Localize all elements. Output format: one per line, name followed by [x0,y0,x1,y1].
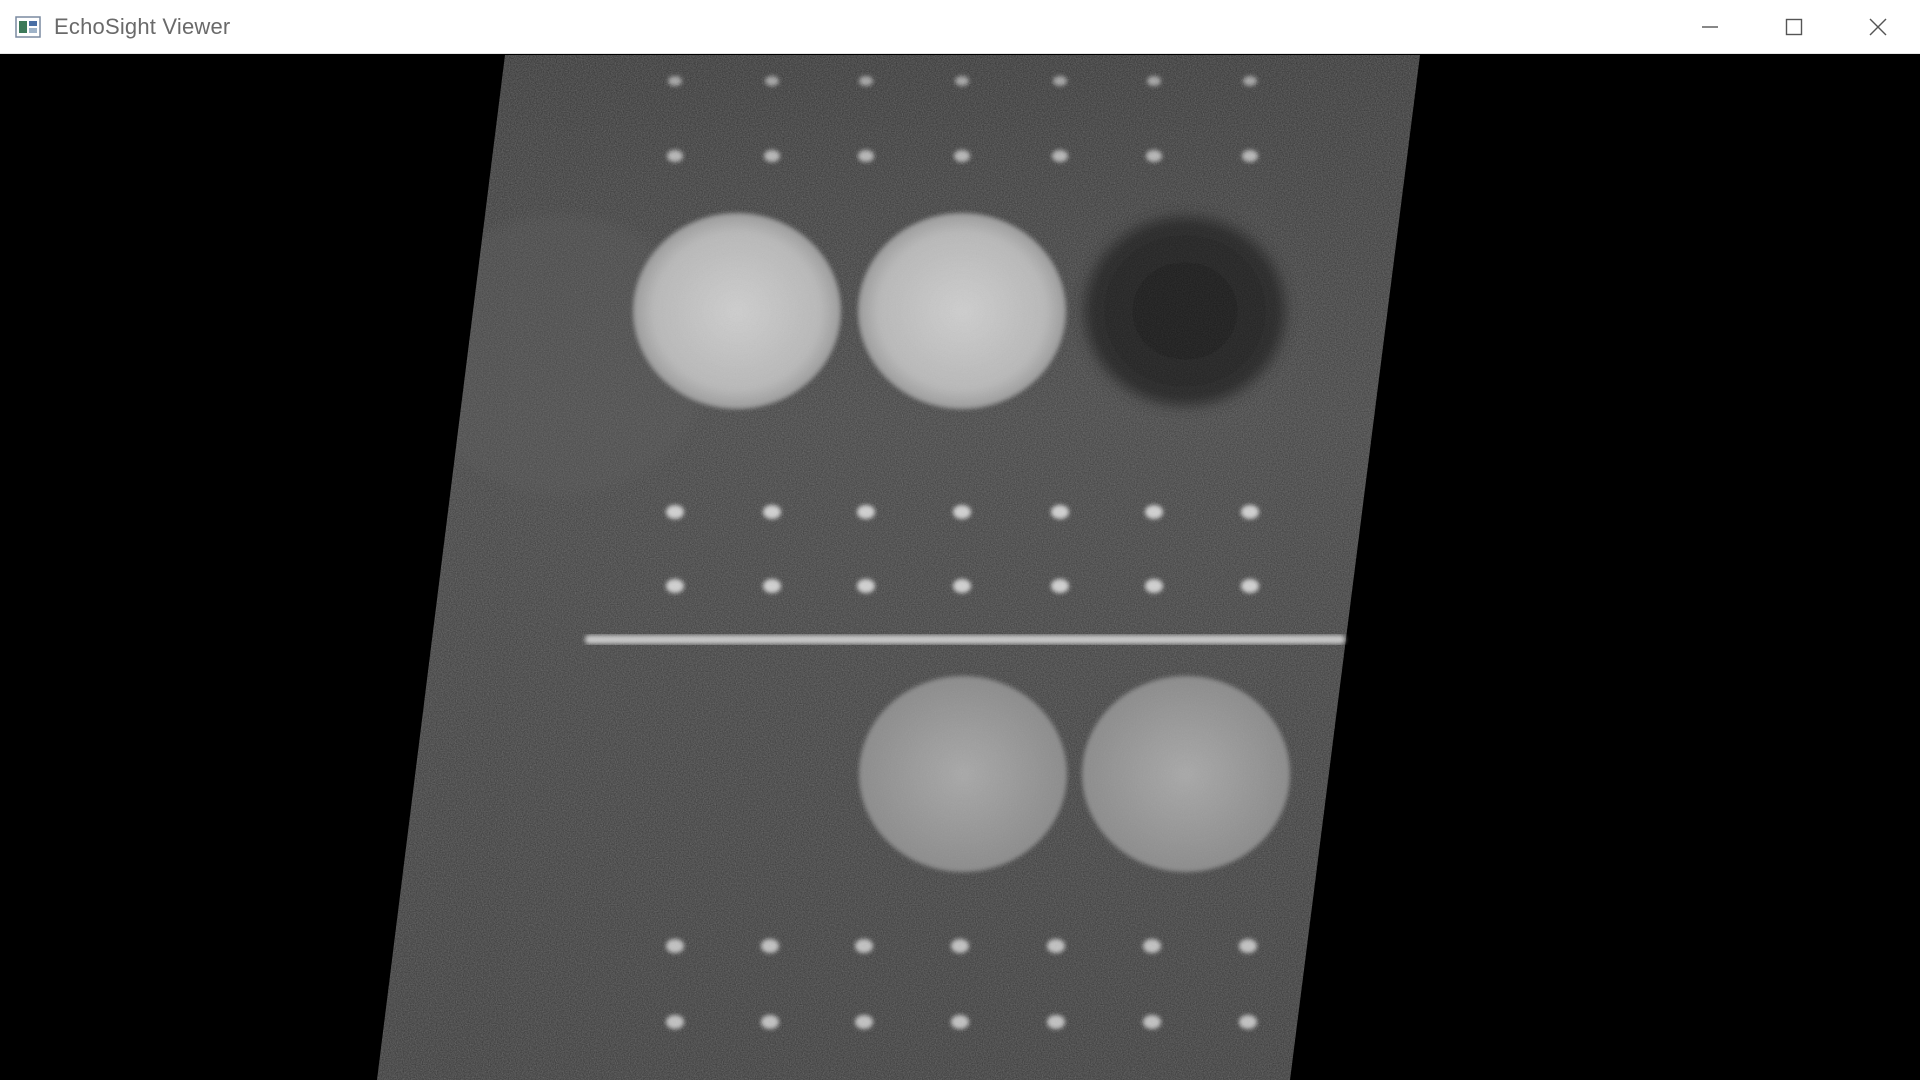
image-viewport[interactable] [0,55,1920,1080]
maximize-button[interactable] [1752,0,1836,54]
close-icon [1869,18,1887,36]
minimize-icon [1702,26,1718,28]
minimize-button[interactable] [1668,0,1752,54]
maximize-icon [1785,18,1803,36]
window-titlebar: EchoSight Viewer [0,0,1920,54]
ultrasound-image [377,55,1420,1080]
close-button[interactable] [1836,0,1920,54]
app-icon[interactable] [14,15,42,39]
window-title: EchoSight Viewer [54,13,231,39]
window-controls [1668,0,1920,54]
inclusions [377,55,1420,1080]
